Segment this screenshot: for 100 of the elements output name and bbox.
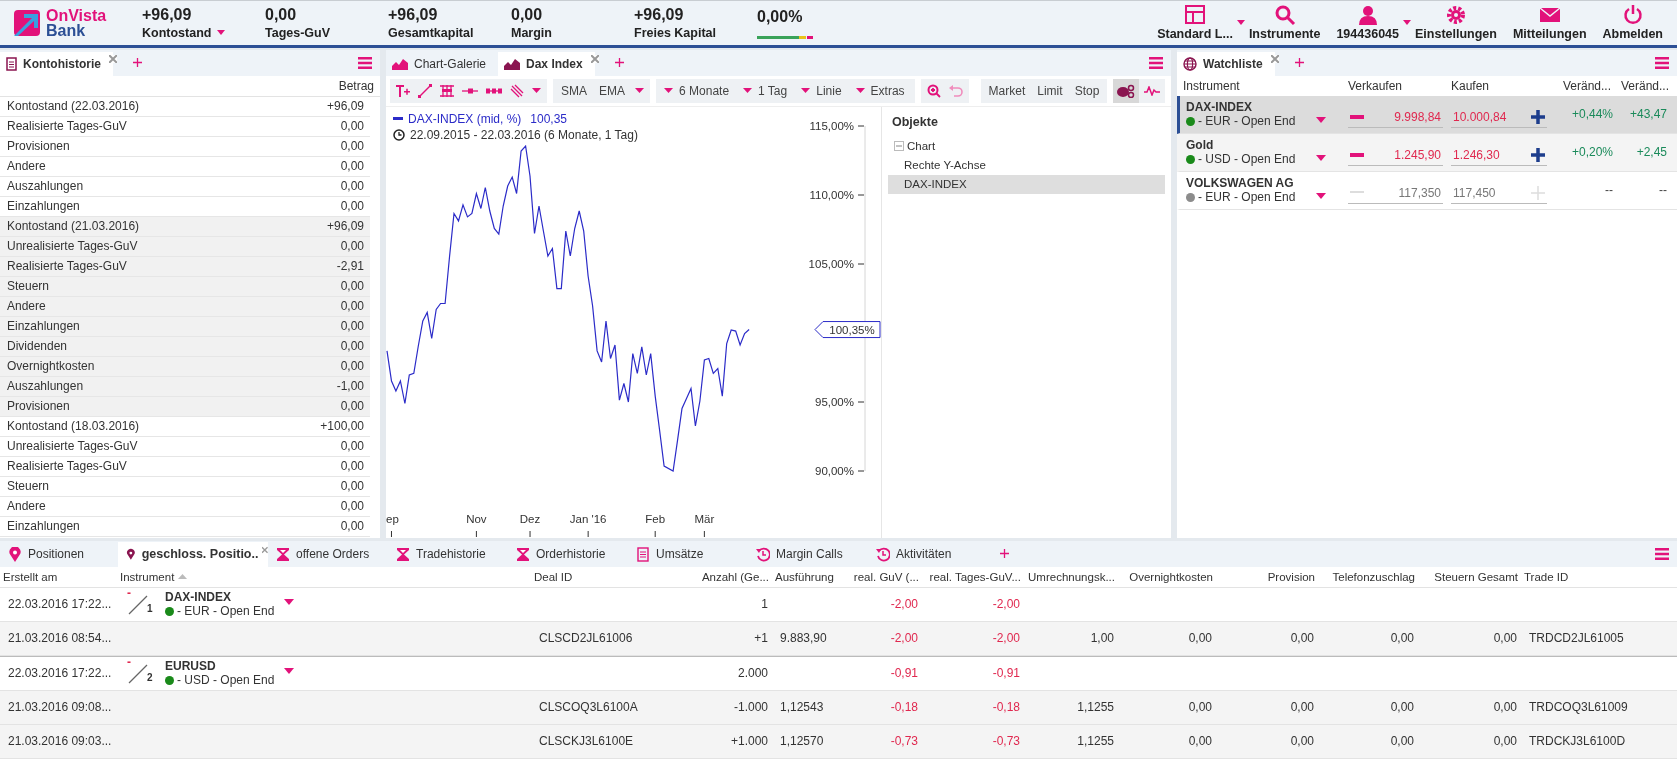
instrument-currency: - USD - Open End [1198, 152, 1296, 167]
tree-item[interactable]: DAX-INDEX [888, 174, 1165, 194]
panel-tab[interactable]: Umsätze [628, 541, 748, 567]
order-button[interactable]: Market [986, 83, 1028, 98]
watchlist-row[interactable]: Gold - USD - Open End 1.245,90 1.246,30 +0,20% +2,45 [1177, 133, 1677, 172]
menu-icon[interactable] [1655, 56, 1669, 69]
caret-icon[interactable] [284, 668, 295, 675]
nav-button[interactable]: Abmelden [1594, 4, 1677, 42]
area-chart-icon [504, 57, 521, 71]
table-cell: TRDCOQ3L61009 [1529, 700, 1628, 715]
fibonacci-tool-icon[interactable] [440, 83, 454, 98]
menu-icon[interactable] [358, 56, 372, 69]
table-cell: 0,00 [1390, 734, 1414, 749]
column-header[interactable]: Trade ID [1521, 570, 1677, 583]
panel-tab[interactable]: geschloss. Positio.. [118, 541, 268, 567]
add-tab-icon[interactable] [1294, 58, 1304, 68]
panel-tab[interactable]: Dax Index [498, 51, 595, 76]
close-icon[interactable] [1270, 54, 1279, 63]
caret-icon[interactable] [1316, 117, 1326, 124]
x-tick-label: Dez [519, 512, 541, 525]
panel-tab[interactable]: Margin Calls [748, 541, 868, 567]
indicator-button[interactable]: SMA [559, 83, 589, 98]
nav-button[interactable]: 194436045 [1328, 4, 1407, 42]
caret-icon[interactable] [635, 88, 645, 94]
nav-button[interactable]: Instrumente [1240, 4, 1329, 42]
text-tool-icon[interactable] [396, 84, 410, 97]
dropdown-button[interactable]: 6 Monate [662, 83, 732, 98]
table-cell: 0,00 [1390, 631, 1414, 646]
history-label: Auszahlungen [7, 179, 84, 194]
column-header[interactable]: Umrechnungsk... [1024, 570, 1118, 583]
caret-icon[interactable] [284, 599, 295, 606]
stat-value: 0,00 [265, 4, 297, 25]
dropdown-button[interactable]: 1 Tag [741, 83, 790, 98]
caret-icon[interactable] [532, 88, 541, 94]
nav-button[interactable]: Standard L... [1149, 4, 1241, 42]
watchlist-row[interactable]: DAX-INDEX - EUR - Open End 9.998,84 10.000,84 +0,44% +43,47 [1177, 95, 1677, 134]
table-cell: 21.03.2016 09:08... [8, 700, 112, 715]
column-header[interactable]: real. Tages-GuV... [922, 570, 1024, 583]
add-tab-icon[interactable] [614, 58, 624, 68]
caret-icon[interactable] [217, 30, 226, 36]
view-toggle-button[interactable] [1113, 78, 1140, 103]
buy-icon[interactable] [1531, 147, 1545, 162]
sell-icon[interactable] [1350, 152, 1364, 157]
column-header[interactable]: Ausführung [772, 570, 848, 583]
column-header[interactable]: Erstellt am [0, 570, 117, 583]
x-tick [587, 530, 589, 538]
column-header[interactable]: Deal ID [531, 570, 688, 583]
search-icon [1273, 4, 1296, 27]
nav-button[interactable]: Einstellungen [1407, 4, 1505, 42]
history-amount: 0,00 [340, 199, 364, 214]
indicator-button[interactable]: EMA [597, 83, 628, 98]
clock-icon [393, 128, 405, 141]
settings-icon [1444, 4, 1467, 27]
caret-icon[interactable] [1316, 155, 1326, 162]
buy-icon[interactable] [1531, 109, 1545, 124]
horizontal-line-icon[interactable] [462, 87, 478, 94]
column-header[interactable]: real. GuV (... [848, 570, 922, 583]
caret-icon[interactable] [1403, 20, 1411, 26]
column-header: Instrument [1183, 78, 1241, 93]
panel-tab[interactable]: Tradehistorie [388, 541, 508, 567]
panel-tab[interactable]: Aktivitäten [868, 541, 988, 567]
add-tab-icon[interactable] [133, 58, 142, 68]
zoom-icon[interactable] [926, 83, 941, 98]
column-header[interactable]: Anzahl (Ge... [688, 570, 772, 583]
column-header[interactable]: Overnightkosten [1118, 570, 1216, 583]
tree-item[interactable]: Chart [888, 136, 1165, 156]
close-icon[interactable] [590, 54, 599, 63]
panel-tab[interactable]: offene Orders [268, 541, 388, 567]
panel-tab[interactable]: Positionen [0, 541, 118, 567]
panel-tab[interactable]: Kontohistorie [0, 51, 113, 76]
column-header[interactable]: Provision [1216, 570, 1318, 583]
menu-icon[interactable] [1655, 547, 1669, 560]
add-tab-icon[interactable] [1000, 549, 1009, 559]
buy-price[interactable]: 1.246,30 [1453, 147, 1500, 162]
nav-button[interactable]: Mitteilungen [1504, 4, 1595, 42]
panel-tab[interactable]: Orderhistorie [508, 541, 628, 567]
order-button[interactable]: Stop [1072, 83, 1102, 98]
sell-price[interactable]: 1.245,90 [1394, 147, 1441, 162]
segment-tool-icon[interactable] [486, 87, 502, 94]
instrument-name: VOLKSWAGEN AG [1186, 176, 1295, 191]
caret-icon[interactable] [1236, 20, 1245, 26]
panel-tab[interactable]: Chart-Galerie [386, 51, 499, 76]
order-button[interactable]: Limit [1035, 83, 1065, 98]
column-header[interactable]: Instrument [117, 570, 531, 583]
stat-dropdown[interactable]: Kontostand [142, 24, 226, 41]
line-tool-icon[interactable] [418, 83, 432, 98]
history-icon [876, 546, 890, 562]
pen-tool-icon[interactable] [510, 83, 524, 98]
close-icon[interactable] [109, 54, 117, 63]
caret-icon [743, 88, 753, 94]
menu-icon[interactable] [1149, 56, 1163, 69]
close-icon[interactable] [262, 546, 268, 555]
dropdown-button[interactable]: Extras [853, 83, 907, 98]
pulse-icon [1144, 85, 1161, 96]
dropdown-button[interactable]: Linie [799, 83, 844, 98]
panel-tab[interactable]: Watchliste [1177, 51, 1275, 76]
sell-icon[interactable] [1350, 114, 1364, 119]
column-header[interactable]: Telefonzuschlag [1318, 570, 1418, 583]
column-header[interactable]: Steuern Gesamt [1418, 570, 1521, 583]
tree-item[interactable]: Rechte Y-Achse [888, 155, 1165, 175]
